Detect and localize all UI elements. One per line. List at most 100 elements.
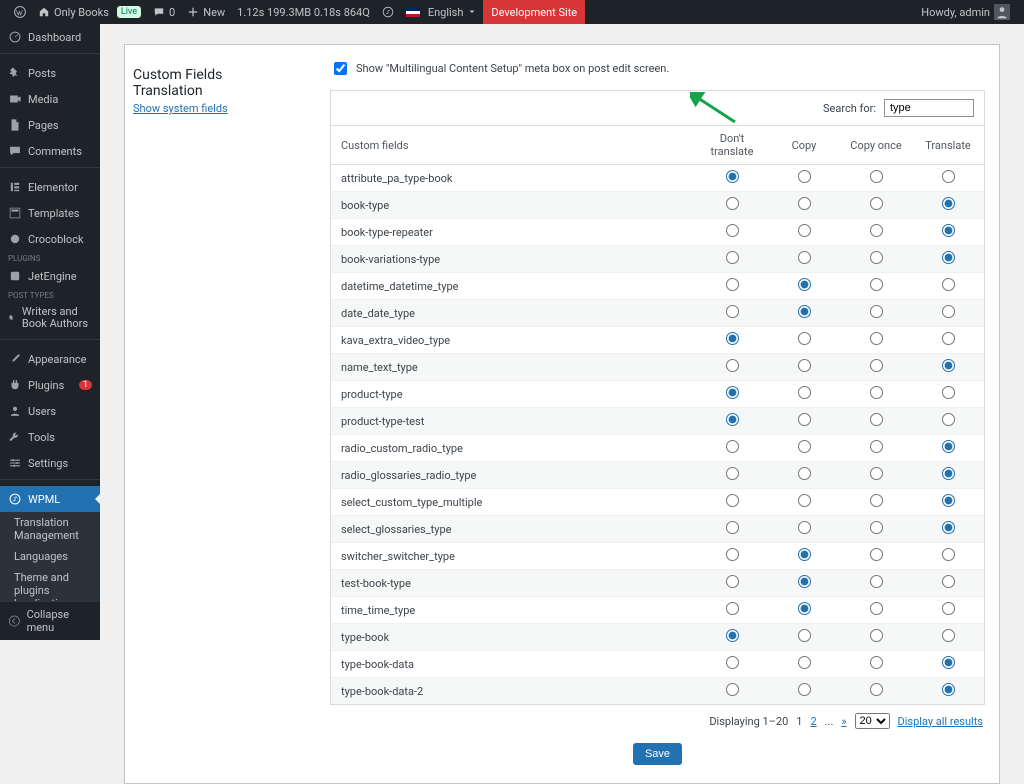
translation-radio[interactable]	[726, 305, 739, 318]
translation-radio[interactable]	[870, 656, 883, 669]
sidebar-item-elementor[interactable]: Elementor	[0, 174, 100, 200]
translation-radio[interactable]	[726, 548, 739, 561]
howdy-user[interactable]: Howdy, admin	[915, 0, 1016, 24]
translation-radio[interactable]	[942, 278, 955, 291]
translation-radio[interactable]	[798, 305, 811, 318]
translation-radio[interactable]	[870, 521, 883, 534]
translation-radio[interactable]	[798, 278, 811, 291]
translation-radio[interactable]	[726, 602, 739, 615]
translation-radio[interactable]	[870, 170, 883, 183]
translation-radio[interactable]	[798, 467, 811, 480]
metabox-checkbox-row[interactable]: Show "Multilingual Content Setup" meta b…	[330, 59, 985, 78]
sidebar-item-templates[interactable]: Templates	[0, 200, 100, 226]
translation-radio[interactable]	[870, 359, 883, 372]
translation-radio[interactable]	[942, 521, 955, 534]
pager-page-2[interactable]: 2	[810, 715, 816, 728]
sidebar-item-plugins[interactable]: Plugins1	[0, 372, 100, 398]
translation-radio[interactable]	[798, 332, 811, 345]
sidebar-item-comments[interactable]: Comments	[0, 138, 100, 164]
translation-radio[interactable]	[942, 548, 955, 561]
translation-radio[interactable]	[798, 683, 811, 696]
translation-radio[interactable]	[726, 278, 739, 291]
new-content[interactable]: New	[181, 0, 231, 24]
sidebar-item-jetengine[interactable]: JetEngine	[0, 263, 100, 289]
sidebar-item-settings[interactable]: Settings	[0, 450, 100, 476]
sidebar-item-writers[interactable]: Writers and Book Authors	[0, 300, 100, 336]
translation-radio[interactable]	[798, 656, 811, 669]
translation-radio[interactable]	[726, 224, 739, 237]
sidebar-item-posts[interactable]: Posts	[0, 60, 100, 86]
translation-radio[interactable]	[798, 251, 811, 264]
comments-bubble[interactable]: 0	[147, 0, 181, 24]
translation-radio[interactable]	[870, 332, 883, 345]
translation-radio[interactable]	[870, 305, 883, 318]
translation-radio[interactable]	[942, 305, 955, 318]
translation-radio[interactable]	[798, 224, 811, 237]
translation-radio[interactable]	[942, 251, 955, 264]
submenu-translation-management[interactable]: Translation Management	[0, 512, 100, 546]
wp-logo[interactable]	[8, 0, 32, 24]
show-system-fields-link[interactable]: Show system fields	[133, 102, 228, 115]
translation-radio[interactable]	[870, 602, 883, 615]
translation-radio[interactable]	[942, 575, 955, 588]
translation-radio[interactable]	[726, 197, 739, 210]
translation-radio[interactable]	[942, 467, 955, 480]
pager-per-page[interactable]: 20	[855, 713, 890, 729]
language-switcher[interactable]: English	[400, 0, 484, 24]
wpml-logo-bar[interactable]	[376, 0, 400, 24]
site-name[interactable]: Only Books Live	[32, 0, 147, 24]
translation-radio[interactable]	[870, 548, 883, 561]
translation-radio[interactable]	[870, 629, 883, 642]
translation-radio[interactable]	[870, 467, 883, 480]
translation-radio[interactable]	[942, 629, 955, 642]
translation-radio[interactable]	[942, 494, 955, 507]
translation-radio[interactable]	[942, 170, 955, 183]
translation-radio[interactable]	[942, 386, 955, 399]
translation-radio[interactable]	[870, 440, 883, 453]
pager-last[interactable]: »	[841, 715, 846, 728]
translation-radio[interactable]	[942, 656, 955, 669]
translation-radio[interactable]	[942, 602, 955, 615]
translation-radio[interactable]	[798, 629, 811, 642]
translation-radio[interactable]	[798, 521, 811, 534]
translation-radio[interactable]	[798, 440, 811, 453]
translation-radio[interactable]	[798, 494, 811, 507]
translation-radio[interactable]	[726, 521, 739, 534]
sidebar-item-wpml[interactable]: WPML	[0, 486, 100, 512]
sidebar-item-users[interactable]: Users	[0, 398, 100, 424]
translation-radio[interactable]	[870, 251, 883, 264]
translation-radio[interactable]	[726, 170, 739, 183]
search-input[interactable]	[884, 99, 974, 117]
translation-radio[interactable]	[870, 278, 883, 291]
translation-radio[interactable]	[798, 359, 811, 372]
translation-radio[interactable]	[726, 359, 739, 372]
translation-radio[interactable]	[942, 440, 955, 453]
translation-radio[interactable]	[942, 683, 955, 696]
sidebar-item-crocoblock[interactable]: Crocoblock	[0, 226, 100, 252]
sidebar-item-media[interactable]: Media	[0, 86, 100, 112]
translation-radio[interactable]	[870, 224, 883, 237]
translation-radio[interactable]	[726, 656, 739, 669]
translation-radio[interactable]	[726, 629, 739, 642]
translation-radio[interactable]	[942, 359, 955, 372]
translation-radio[interactable]	[726, 440, 739, 453]
translation-radio[interactable]	[726, 575, 739, 588]
translation-radio[interactable]	[726, 251, 739, 264]
translation-radio[interactable]	[870, 575, 883, 588]
translation-radio[interactable]	[726, 332, 739, 345]
save-button[interactable]: Save	[633, 743, 682, 765]
translation-radio[interactable]	[798, 170, 811, 183]
pager-display-all[interactable]: Display all results	[898, 715, 983, 728]
translation-radio[interactable]	[798, 548, 811, 561]
translation-radio[interactable]	[726, 494, 739, 507]
sidebar-item-pages[interactable]: Pages	[0, 112, 100, 138]
translation-radio[interactable]	[798, 386, 811, 399]
translation-radio[interactable]	[870, 494, 883, 507]
translation-radio[interactable]	[726, 386, 739, 399]
translation-radio[interactable]	[726, 413, 739, 426]
translation-radio[interactable]	[798, 575, 811, 588]
translation-radio[interactable]	[870, 197, 883, 210]
translation-radio[interactable]	[870, 683, 883, 696]
translation-radio[interactable]	[942, 197, 955, 210]
sidebar-item-dashboard[interactable]: Dashboard	[0, 24, 100, 50]
